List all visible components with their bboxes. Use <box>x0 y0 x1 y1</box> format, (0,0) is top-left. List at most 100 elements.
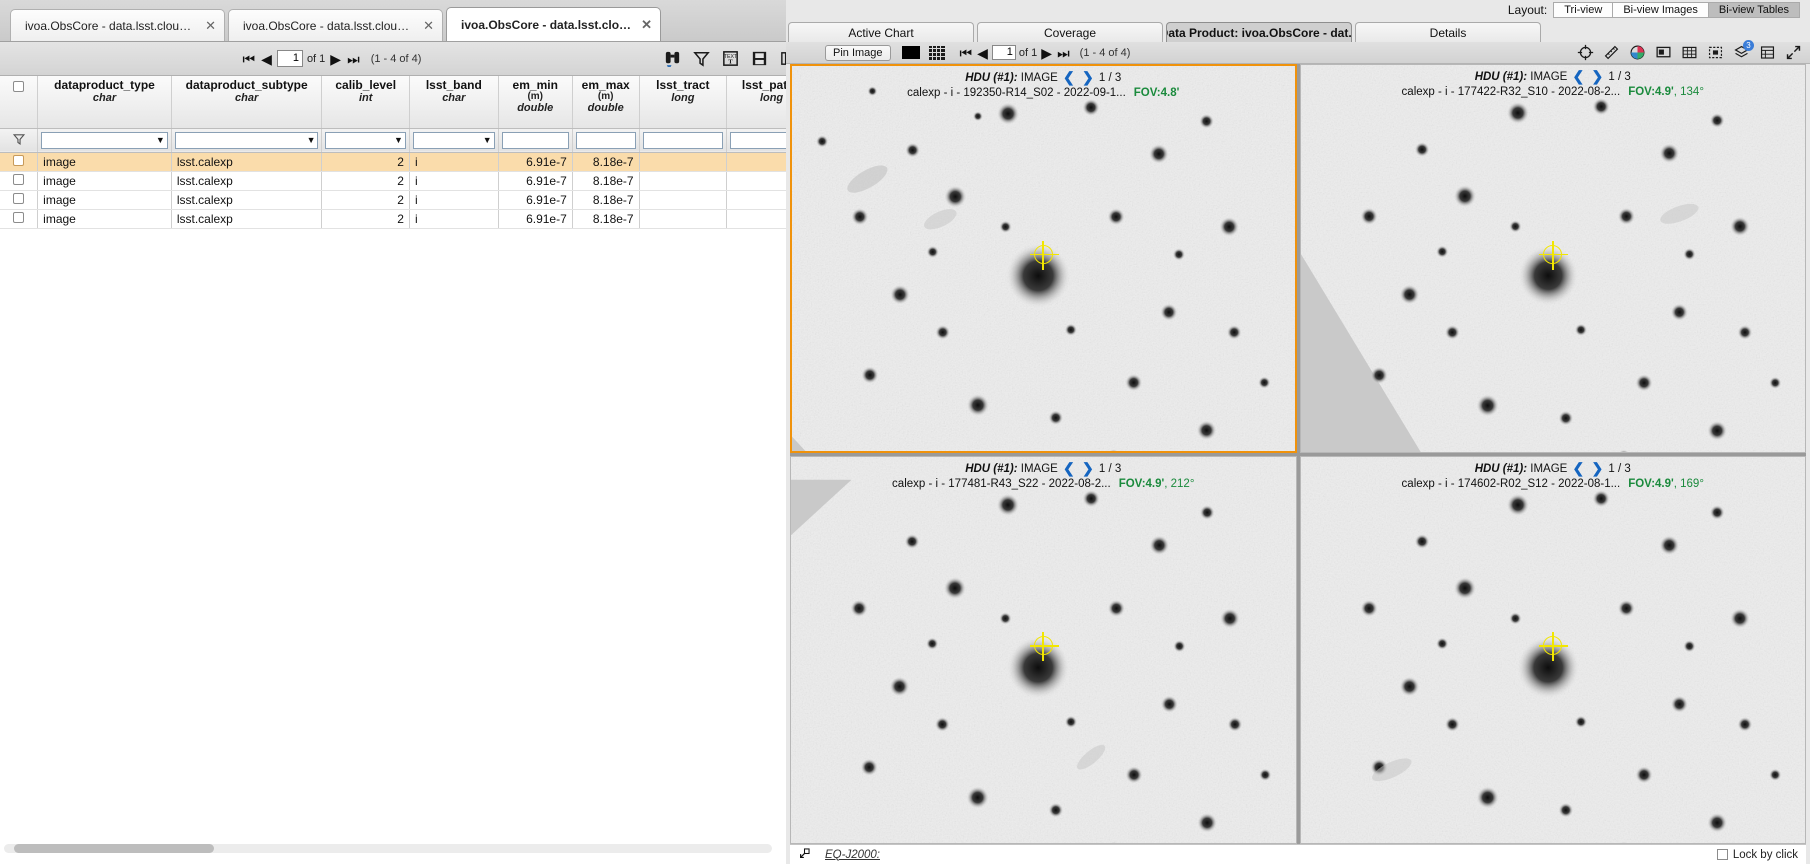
color-swatch-button[interactable] <box>901 46 920 59</box>
select-all-checkbox[interactable] <box>13 81 25 92</box>
popout-icon[interactable] <box>798 847 811 863</box>
filter-cell-lsst-tract[interactable] <box>639 128 728 153</box>
last-page-button[interactable]: ⏭ <box>346 52 361 66</box>
col-type: long <box>671 92 695 104</box>
chevron-down-icon[interactable]: ▼ <box>156 135 167 145</box>
row-select-cell[interactable] <box>0 209 39 229</box>
cell-dataproduct-subtype: lsst.calexp <box>171 152 323 172</box>
browser-tab-1[interactable]: ivoa.ObsCore - data.lsst.cloud/api ✕ <box>10 9 225 41</box>
lock-by-click-control[interactable]: Lock by click <box>1716 849 1798 861</box>
image-page-input[interactable]: 1 <box>991 45 1016 60</box>
row-select-cell[interactable] <box>0 152 39 172</box>
layout-option-bi-view-tables[interactable]: Bi-view Tables <box>1707 2 1800 18</box>
col-name: dataproduct_type <box>54 78 155 92</box>
image-panel-3[interactable]: HDU (#1): IMAGE ❮ ❯ 1 / 3 calexp - i - 1… <box>790 455 1297 844</box>
last-image-button[interactable]: ⏭ <box>1056 46 1071 60</box>
close-icon[interactable]: ✕ <box>641 17 652 33</box>
cell-dataproduct-type: image <box>37 152 172 172</box>
chevron-down-icon[interactable]: ▼ <box>483 135 494 145</box>
horizontal-scrollbar[interactable] <box>0 842 776 854</box>
scrollbar-thumb[interactable] <box>14 844 214 853</box>
grid-layout-icon[interactable] <box>928 45 945 60</box>
binoculars-icon[interactable] <box>663 49 682 68</box>
row-checkbox[interactable] <box>13 154 25 166</box>
expand-icon[interactable] <box>1785 44 1802 61</box>
next-page-button[interactable]: ▶ <box>329 52 342 66</box>
col-header-em-min[interactable]: em_min (m) double <box>498 76 573 129</box>
table-row[interactable]: image lsst.calexp 2 i 6.91e-7 8.18e-7 i_… <box>0 209 897 229</box>
col-header-lsst-tract[interactable]: lsst_tract long <box>639 76 728 129</box>
filter-cell-em-max[interactable] <box>572 128 640 153</box>
image-panel-1[interactable]: HDU (#1): IMAGE ❮ ❯ 1 / 3 calexp - i - 1… <box>790 64 1297 453</box>
grid-overlay-icon[interactable] <box>1681 44 1698 61</box>
application-window: ivoa.ObsCore - data.lsst.cloud/api ✕ ivo… <box>0 0 1810 864</box>
select-area-icon[interactable] <box>1707 44 1724 61</box>
browser-tab-3[interactable]: ivoa.ObsCore - data.lsst.cloud/... ✕ <box>446 7 661 41</box>
next-image-button[interactable]: ▶ <box>1040 46 1053 60</box>
image-caption-3: calexp - i - 177481-R43_S22 - 2022-08-2.… <box>791 478 1296 490</box>
col-name: lsst_band <box>425 78 482 92</box>
tab-coverage[interactable]: Coverage <box>977 22 1163 42</box>
text-view-icon[interactable]: TEXT T <box>721 49 740 68</box>
row-select-cell[interactable] <box>0 171 39 191</box>
filter-cell-dataproduct-subtype[interactable]: ▼ <box>171 128 323 153</box>
tab-data-product[interactable]: Data Product: ivoa.ObsCore - dat... <box>1166 22 1352 42</box>
ruler-icon[interactable] <box>1603 44 1620 61</box>
filter-icon[interactable] <box>692 49 711 68</box>
crosshair-icon[interactable] <box>1577 44 1594 61</box>
layers-icon[interactable] <box>1655 44 1672 61</box>
catalog-icon[interactable] <box>1759 44 1776 61</box>
col-unit: (m) <box>597 91 614 102</box>
chevron-down-icon[interactable]: ▼ <box>394 135 405 145</box>
prev-page-button[interactable]: ◀ <box>260 52 273 66</box>
rotation-label: , 169° <box>1673 477 1704 490</box>
table-pager: ⏮ ◀ 1 of 1 ▶ ⏭ (1 - 4 of 4) <box>242 50 421 67</box>
filter-cell-em-min[interactable] <box>498 128 573 153</box>
prev-image-button[interactable]: ◀ <box>976 46 989 60</box>
filter-cell-dataproduct-type[interactable]: ▼ <box>37 128 172 153</box>
row-select-cell[interactable] <box>0 190 39 210</box>
image-status-bar: EQ-J2000: Lock by click <box>790 844 1806 864</box>
tab-details[interactable]: Details <box>1355 22 1541 42</box>
row-checkbox[interactable] <box>13 192 25 204</box>
col-header-dataproduct-subtype[interactable]: dataproduct_subtype char <box>171 76 323 129</box>
image-panel-4[interactable]: HDU (#1): IMAGE ❮ ❯ 1 / 3 calexp - i - 1… <box>1299 455 1806 844</box>
col-header-calib-level[interactable]: calib_level int <box>321 76 410 129</box>
cell-calib-level: 2 <box>321 209 410 229</box>
table-row[interactable]: image lsst.calexp 2 i 6.91e-7 8.18e-7 i_… <box>0 152 897 172</box>
filter-toggle-cell[interactable] <box>0 128 39 153</box>
layer-stack-icon[interactable]: 3 <box>1733 40 1754 61</box>
col-header-em-max[interactable]: em_max (m) double <box>572 76 640 129</box>
layout-option-bi-view-images[interactable]: Bi-view Images <box>1612 2 1709 18</box>
right-pane: Layout: Tri-view Bi-view Images Bi-view … <box>786 0 1810 864</box>
col-header-dataproduct-type[interactable]: dataproduct_type char <box>37 76 172 129</box>
first-page-button[interactable]: ⏮ <box>242 52 257 66</box>
cell-lsst-tract <box>639 171 728 191</box>
coordinate-system-label[interactable]: EQ-J2000: <box>825 849 880 861</box>
image-title: calexp - i - 177422-R32_S10 - 2022-08-2.… <box>1401 86 1621 98</box>
first-image-button[interactable]: ⏮ <box>959 46 974 60</box>
save-icon[interactable] <box>750 49 769 68</box>
close-icon[interactable]: ✕ <box>205 18 216 34</box>
cell-lsst-band: i <box>409 171 499 191</box>
filter-cell-calib-level[interactable]: ▼ <box>321 128 410 153</box>
close-icon[interactable]: ✕ <box>423 18 434 34</box>
cell-dataproduct-type: image <box>37 190 172 210</box>
layout-option-tri-view[interactable]: Tri-view <box>1553 2 1614 18</box>
color-wheel-icon[interactable] <box>1629 44 1646 61</box>
table-row[interactable]: image lsst.calexp 2 i 6.91e-7 8.18e-7 i_… <box>0 190 897 210</box>
image-panel-2[interactable]: HDU (#1): IMAGE ❮ ❯ 1 / 3 calexp - i - 1… <box>1299 64 1806 453</box>
lock-by-click-checkbox[interactable] <box>1716 849 1728 860</box>
cell-em-min: 6.91e-7 <box>498 171 573 191</box>
filter-cell-lsst-band[interactable]: ▼ <box>409 128 499 153</box>
page-input[interactable]: 1 <box>276 50 303 67</box>
chevron-down-icon[interactable]: ▼ <box>307 135 318 145</box>
row-checkbox[interactable] <box>13 211 25 223</box>
tab-active-chart[interactable]: Active Chart <box>788 22 974 42</box>
results-table-container[interactable]: dataproduct_type char dataproduct_subtyp… <box>0 76 897 836</box>
row-checkbox[interactable] <box>13 173 25 185</box>
browser-tab-2[interactable]: ivoa.ObsCore - data.lsst.cloud/api ✕ <box>228 9 443 41</box>
table-row[interactable]: image lsst.calexp 2 i 6.91e-7 8.18e-7 i_… <box>0 171 897 191</box>
col-header-lsst-band[interactable]: lsst_band char <box>409 76 499 129</box>
pin-image-button[interactable]: Pin Image <box>825 44 891 61</box>
